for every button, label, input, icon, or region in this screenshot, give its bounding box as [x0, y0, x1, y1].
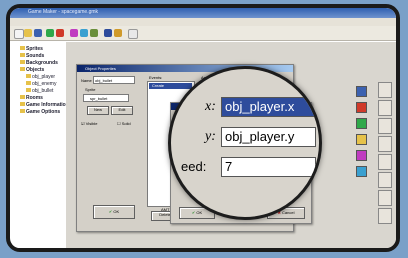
new-icon[interactable] [14, 29, 24, 39]
action-icon-4[interactable] [356, 134, 367, 145]
screenshot-frame: Game Maker - spacegame.gmk Sprites Sounds… [6, 4, 400, 252]
folder-icon [20, 46, 25, 50]
side-tab[interactable] [378, 82, 392, 98]
sprite-label: Sprite [85, 87, 96, 92]
tree-item[interactable]: Game Options [20, 109, 60, 115]
tree-item-label: obj_player [32, 74, 56, 80]
open-icon[interactable] [24, 29, 32, 37]
tree-item-label: Game Options [26, 109, 61, 115]
tree-item-label: Objects [26, 67, 45, 73]
folder-icon [26, 81, 31, 85]
x-value: obj_player.x [225, 99, 295, 114]
save-icon[interactable] [34, 29, 42, 37]
menu-bar[interactable] [10, 18, 396, 26]
sprite-select[interactable]: spr_bullet [83, 94, 129, 102]
ok-check-icon: ✔ [108, 209, 113, 214]
folder-icon [26, 74, 31, 78]
side-tab[interactable] [378, 172, 392, 188]
object-properties-title: Object Properties [85, 66, 116, 71]
folder-icon [20, 109, 25, 113]
sprite-icon[interactable] [70, 29, 78, 37]
edit-sprite-button[interactable]: Edit [111, 106, 133, 115]
speed-field[interactable]: 7 [221, 157, 316, 177]
folder-icon [20, 53, 25, 57]
tree-item[interactable]: obj_player [26, 74, 55, 80]
x-field[interactable]: obj_player.x [221, 97, 316, 117]
side-tab[interactable] [378, 100, 392, 116]
tree-item[interactable]: Backgrounds [20, 60, 58, 66]
app-title: Game Maker - spacegame.gmk [28, 9, 99, 15]
room-icon[interactable] [114, 29, 122, 37]
side-tab[interactable] [378, 190, 392, 206]
help-icon[interactable] [128, 29, 138, 39]
new-sprite-button[interactable]: New [87, 106, 109, 115]
folder-icon [26, 88, 31, 92]
action-tabs [378, 82, 392, 242]
tree-item[interactable]: Game Information [20, 102, 69, 108]
side-tab[interactable] [378, 154, 392, 170]
visible-label: Visible [85, 121, 98, 126]
background-icon[interactable] [90, 29, 98, 37]
tree-item-label: obj_enemy [32, 81, 57, 87]
speed-value: 7 [225, 159, 233, 174]
solid-label: Solid [121, 121, 131, 126]
side-tab[interactable] [378, 208, 392, 224]
folder-icon [20, 67, 25, 71]
tree-item[interactable]: Sprites [20, 46, 43, 52]
magnifier-lens: x: obj_player.x y: obj_player.y eed: 7 [168, 66, 322, 220]
y-value: obj_player.y [225, 129, 295, 144]
sound-icon[interactable] [80, 29, 88, 37]
action-icon-6[interactable] [356, 166, 367, 177]
tree-item-label: Sprites [26, 46, 43, 52]
object-icon[interactable] [104, 29, 112, 37]
move-ok-label: OK [196, 210, 203, 215]
side-tab[interactable] [378, 136, 392, 152]
tree-item-label: Rooms [26, 95, 43, 101]
tree-item-label: Game Information [26, 102, 69, 108]
name-label: Name [81, 78, 92, 83]
folder-icon [20, 102, 25, 106]
resource-tree: Sprites Sounds Backgrounds Objects obj_playe… [12, 42, 69, 248]
y-field[interactable]: obj_player.y [221, 127, 316, 147]
sprite-value: spr_bullet [90, 96, 108, 101]
y-label: y: [205, 129, 216, 144]
tree-item[interactable]: obj_enemy [26, 81, 56, 87]
cancel-label: Cancel [282, 210, 295, 215]
name-value: obj_bullet [95, 78, 113, 83]
tree-item-label: Sounds [26, 53, 45, 59]
visible-checkbox[interactable]: ☑ Visible [81, 121, 97, 126]
tree-item[interactable]: obj_bullet [26, 88, 53, 94]
tree-item-label: Backgrounds [26, 60, 58, 66]
move-ok-check-icon: ✔ [191, 210, 196, 215]
run-icon[interactable] [46, 29, 54, 37]
name-field[interactable]: obj_bullet [93, 76, 135, 84]
side-tab[interactable] [378, 118, 392, 134]
ok-button[interactable]: ✔ OK [93, 205, 135, 219]
action-icon-2[interactable] [356, 102, 367, 113]
tree-item[interactable]: Sounds [20, 53, 44, 59]
tree-item[interactable]: Objects [20, 67, 44, 73]
ok-label: OK [113, 209, 120, 214]
folder-icon [20, 60, 25, 64]
speed-label: eed: [181, 159, 207, 174]
app-titlebar: Game Maker - spacegame.gmk [10, 8, 396, 18]
x-label: x: [205, 99, 216, 114]
tree-item[interactable]: Rooms [20, 95, 43, 101]
action-icon-3[interactable] [356, 118, 367, 129]
solid-checkbox[interactable]: ☐ Solid [117, 121, 131, 126]
action-icon-5[interactable] [356, 150, 367, 161]
toolbar [10, 26, 396, 41]
tree-item-label: obj_bullet [32, 88, 54, 94]
event-item-create[interactable]: Create [149, 83, 192, 89]
folder-icon [20, 95, 25, 99]
events-label: Events: [149, 75, 163, 80]
action-icon-1[interactable] [356, 86, 367, 97]
debug-icon[interactable] [56, 29, 64, 37]
